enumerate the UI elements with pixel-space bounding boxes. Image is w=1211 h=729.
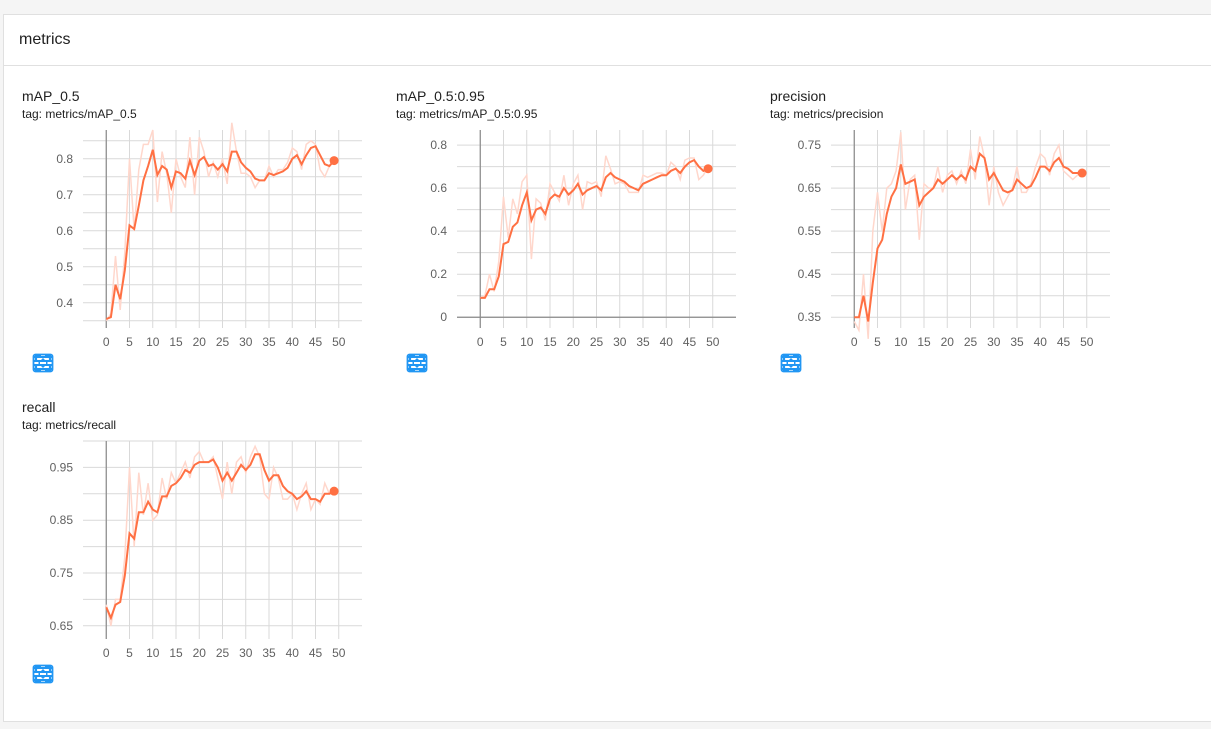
- y-tick-label: 0.2: [430, 267, 447, 281]
- series-line-smoothed: [105, 144, 335, 320]
- last-point-marker: [329, 486, 339, 496]
- x-tick-label: 35: [636, 335, 650, 349]
- toggle-log-scale-button[interactable]: [408, 352, 462, 374]
- x-tick-label: 10: [520, 335, 534, 349]
- chart-0: mAP_0.5 tag: metrics/mAP_0.5 0.4 0.5 0.6 0.7 0…: [0, 88, 365, 393]
- x-tick-label: 20: [941, 335, 955, 349]
- y-tick-label: 0.8: [56, 152, 73, 166]
- y-tick-label: 0.55: [798, 224, 822, 238]
- x-tick-label: 40: [286, 646, 300, 660]
- chart-controls: [780, 352, 870, 374]
- chart-svg[interactable]: 0.35 0.45 0.55 0.65 0.75 0 5 10 15 20 25 30 35 40 45 50: [748, 88, 1113, 353]
- y-tick-label: 0.65: [798, 181, 822, 195]
- x-tick-label: 40: [1034, 335, 1048, 349]
- x-tick-label: 30: [239, 646, 253, 660]
- x-tick-label: 0: [477, 335, 484, 349]
- toggle-log-scale-button[interactable]: [34, 352, 88, 374]
- x-tick-label: 30: [987, 335, 1001, 349]
- fit-domain-button[interactable]: [32, 663, 122, 685]
- y-tick-label: 0.45: [798, 267, 822, 281]
- x-tick-label: 50: [706, 335, 720, 349]
- chart-controls: [32, 663, 122, 685]
- x-tick-label: 0: [851, 335, 858, 349]
- y-tick-label: 0.5: [56, 260, 73, 274]
- y-tick-label: 0.6: [56, 224, 73, 238]
- x-tick-label: 10: [894, 335, 908, 349]
- x-tick-label: 45: [683, 335, 697, 349]
- x-tick-label: 35: [1010, 335, 1024, 349]
- x-tick-label: 45: [1057, 335, 1071, 349]
- x-tick-label: 5: [874, 335, 881, 349]
- series-line-smoothed: [480, 158, 709, 299]
- x-tick-label: 30: [239, 335, 253, 349]
- y-tick-label: 0.8: [430, 138, 447, 152]
- series-line-raw: [479, 155, 709, 299]
- chart-3: recall tag: metrics/recall 0.65 0.75 0.85 0.9…: [0, 399, 365, 704]
- fit-to-data-icon: [32, 353, 54, 373]
- x-tick-label: 25: [964, 335, 978, 349]
- x-tick-label: 20: [567, 335, 581, 349]
- fit-domain-button[interactable]: [32, 352, 122, 374]
- y-tick-label: 0.4: [430, 224, 447, 238]
- x-tick-label: 5: [500, 335, 507, 349]
- x-tick-label: 15: [543, 335, 557, 349]
- fit-domain-button[interactable]: [780, 352, 870, 374]
- x-tick-label: 40: [660, 335, 674, 349]
- y-tick-label: 0.4: [56, 296, 73, 310]
- fit-to-data-icon: [32, 664, 54, 684]
- y-tick-label: 0.35: [798, 310, 822, 324]
- y-tick-label: 0.6: [430, 181, 447, 195]
- x-tick-label: 35: [262, 646, 276, 660]
- x-tick-label: 10: [146, 335, 160, 349]
- x-tick-label: 20: [193, 646, 207, 660]
- series-line-raw: [105, 122, 335, 322]
- x-tick-label: 45: [309, 335, 323, 349]
- x-tick-label: 5: [126, 335, 133, 349]
- series-line-smoothed: [854, 151, 1083, 322]
- x-tick-label: 50: [332, 335, 346, 349]
- x-tick-label: 0: [103, 646, 110, 660]
- fit-to-data-icon: [406, 353, 428, 373]
- x-tick-label: 30: [613, 335, 627, 349]
- series-line-raw: [853, 132, 1083, 339]
- chart-svg[interactable]: 0.4 0.5 0.6 0.7 0.8 0 5 10 15 20 25 30 35 40 45 50: [0, 88, 365, 353]
- x-tick-label: 20: [193, 335, 207, 349]
- toggle-log-scale-button[interactable]: [782, 352, 836, 374]
- x-tick-label: 25: [590, 335, 604, 349]
- x-tick-label: 15: [917, 335, 931, 349]
- y-tick-label: 0: [440, 310, 447, 324]
- x-tick-label: 40: [286, 335, 300, 349]
- chart-controls: [32, 352, 122, 374]
- chart-svg[interactable]: 0 0.2 0.4 0.6 0.8 0 5 10 15 20 25 30 35 40 45 50: [374, 88, 739, 353]
- fit-to-data-icon: [780, 353, 802, 373]
- x-tick-label: 15: [169, 646, 183, 660]
- last-point-marker: [703, 164, 713, 174]
- x-tick-label: 45: [309, 646, 323, 660]
- y-tick-label: 0.85: [50, 513, 74, 527]
- y-tick-label: 0.65: [50, 619, 74, 633]
- x-tick-label: 5: [126, 646, 133, 660]
- x-tick-label: 15: [169, 335, 183, 349]
- x-tick-label: 25: [216, 646, 230, 660]
- chart-2: precision tag: metrics/precision 0.35 0.45 0…: [748, 88, 1113, 393]
- y-tick-label: 0.7: [56, 188, 73, 202]
- last-point-marker: [1077, 168, 1087, 178]
- fit-domain-button[interactable]: [406, 352, 496, 374]
- chart-svg[interactable]: 0.65 0.75 0.85 0.95 0 5 10 15 20 25 30 35 40 45 50: [0, 399, 365, 664]
- toggle-log-scale-button[interactable]: [34, 663, 88, 685]
- y-tick-label: 0.75: [798, 138, 822, 152]
- y-tick-label: 0.75: [50, 566, 74, 580]
- series-line-smoothed: [105, 453, 335, 621]
- section-title[interactable]: metrics: [4, 15, 1211, 66]
- last-point-marker: [329, 156, 339, 166]
- x-tick-label: 35: [262, 335, 276, 349]
- x-tick-label: 50: [1080, 335, 1094, 349]
- x-tick-label: 50: [332, 646, 346, 660]
- y-tick-label: 0.95: [50, 460, 74, 474]
- chart-controls: [406, 352, 496, 374]
- x-tick-label: 25: [216, 335, 230, 349]
- chart-1: mAP_0.5:0.95 tag: metrics/mAP_0.5:0.95 0 0.…: [374, 88, 739, 393]
- x-tick-label: 10: [146, 646, 160, 660]
- x-tick-label: 0: [103, 335, 110, 349]
